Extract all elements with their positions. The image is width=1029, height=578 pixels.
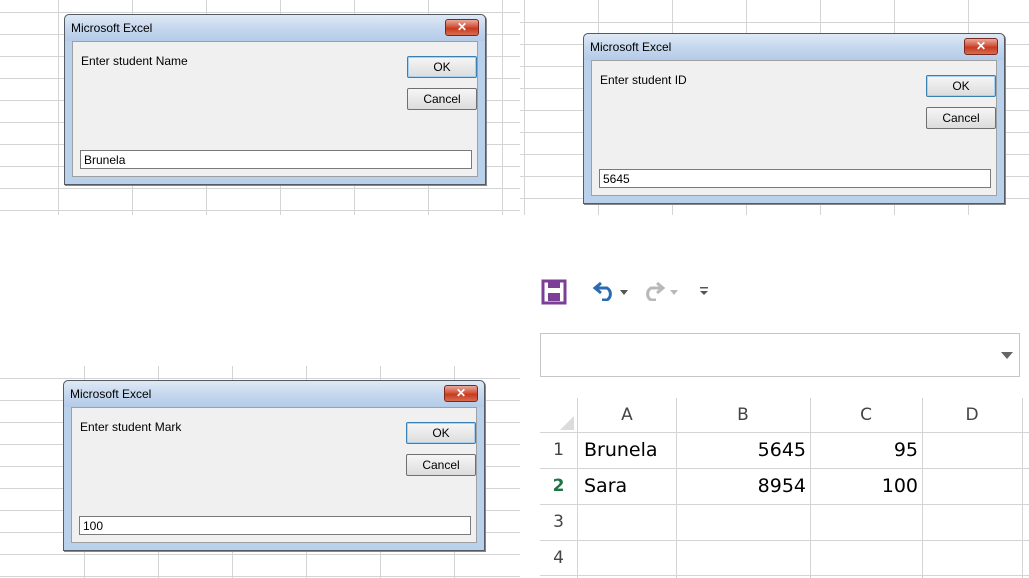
dialog-titlebar[interactable]: Microsoft Excel ✕ [584,34,1004,60]
student-name-input[interactable]: Brunela [80,150,472,169]
ok-button[interactable]: OK [406,422,476,444]
cancel-button[interactable]: Cancel [926,107,996,129]
chevron-down-icon[interactable] [1001,352,1013,360]
dialog-body: Enter student ID OK Cancel 5645 [591,60,997,196]
save-icon[interactable] [541,279,567,305]
close-icon[interactable]: ✕ [445,19,479,36]
row-header-4[interactable]: 4 [540,541,577,576]
worksheet: A B C D 1 2 3 4 Brunela 5645 95 Sara 895… [540,398,1029,578]
select-all-corner[interactable] [560,416,574,430]
dialog-prompt: Enter student ID [600,73,687,87]
student-mark-input[interactable]: 100 [79,516,471,535]
row-header-2[interactable]: 2 [540,469,577,504]
cell-d2[interactable] [922,469,1022,504]
cell-a4[interactable] [578,541,676,576]
customize-icon[interactable] [699,286,709,296]
column-header-d[interactable]: D [922,398,1022,432]
ok-button[interactable]: OK [407,56,477,78]
cell-a3[interactable] [578,505,676,540]
column-header-b[interactable]: B [676,398,810,432]
cell-d1[interactable] [922,433,1022,468]
cell-a2[interactable]: Sara [584,469,676,504]
cell-c2[interactable]: 100 [810,469,918,504]
cell-a1[interactable]: Brunela [584,433,676,468]
dialog-titlebar[interactable]: Microsoft Excel ✕ [64,381,484,407]
cell-c1[interactable]: 95 [810,433,918,468]
dialog-title: Microsoft Excel [590,40,672,54]
cell-b1[interactable]: 5645 [676,433,806,468]
dialog-body: Enter student Mark OK Cancel 100 [71,407,477,543]
cancel-button[interactable]: Cancel [407,88,477,110]
inputbox-dialog-mark: Microsoft Excel ✕ Enter student Mark OK … [63,380,485,551]
dialog-prompt: Enter student Mark [80,420,182,434]
column-header-a[interactable]: A [578,398,676,432]
close-icon[interactable]: ✕ [964,38,998,55]
inputbox-dialog-id: Microsoft Excel ✕ Enter student ID OK Ca… [583,33,1005,204]
dialog-prompt: Enter student Name [81,54,188,68]
dialog-title: Microsoft Excel [71,21,153,35]
inputbox-dialog-name: Microsoft Excel ✕ Enter student Name OK … [64,14,486,185]
cancel-button[interactable]: Cancel [406,454,476,476]
chevron-down-icon[interactable] [620,290,628,296]
row-header-1[interactable]: 1 [540,433,577,468]
undo-icon[interactable] [592,279,618,301]
chevron-down-icon[interactable] [670,290,678,296]
dialog-title: Microsoft Excel [70,387,152,401]
dialog-body: Enter student Name OK Cancel Brunela [72,41,478,177]
cell-b2[interactable]: 8954 [676,469,806,504]
close-icon[interactable]: ✕ [444,385,478,402]
column-header-c[interactable]: C [810,398,922,432]
student-id-input[interactable]: 5645 [599,169,991,188]
redo-icon[interactable] [640,279,666,301]
row-header-3[interactable]: 3 [540,505,577,540]
ok-button[interactable]: OK [926,75,996,97]
dialog-titlebar[interactable]: Microsoft Excel ✕ [65,15,485,41]
name-box[interactable] [540,333,1020,377]
